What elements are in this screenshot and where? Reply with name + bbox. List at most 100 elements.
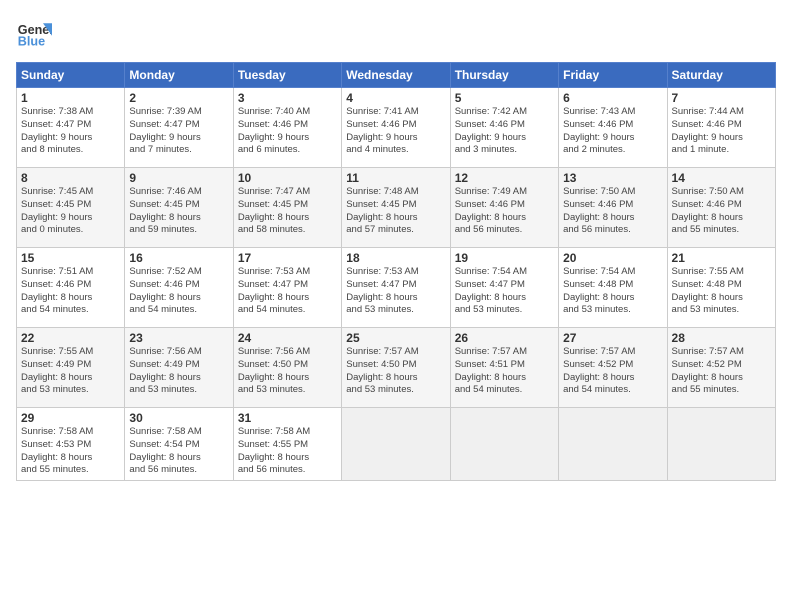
- cell-info: Sunrise: 7:41 AM: [346, 106, 445, 119]
- cell-info: Sunset: 4:50 PM: [346, 359, 445, 372]
- day-number: 24: [238, 331, 337, 345]
- cell-info: and 59 minutes.: [129, 224, 228, 237]
- cell-info: Sunrise: 7:54 AM: [455, 266, 554, 279]
- cell-info: and 53 minutes.: [21, 384, 120, 397]
- cell-info: Sunrise: 7:50 AM: [672, 186, 771, 199]
- col-header-friday: Friday: [559, 63, 667, 88]
- cell-info: Daylight: 8 hours: [238, 452, 337, 465]
- calendar-cell: 10Sunrise: 7:47 AMSunset: 4:45 PMDayligh…: [233, 168, 341, 248]
- cell-info: Sunset: 4:47 PM: [346, 279, 445, 292]
- cell-info: Sunrise: 7:57 AM: [455, 346, 554, 359]
- col-header-thursday: Thursday: [450, 63, 558, 88]
- day-number: 17: [238, 251, 337, 265]
- calendar-cell: [342, 408, 450, 481]
- day-number: 12: [455, 171, 554, 185]
- cell-info: Sunrise: 7:39 AM: [129, 106, 228, 119]
- calendar-cell: [667, 408, 775, 481]
- cell-info: Sunset: 4:51 PM: [455, 359, 554, 372]
- cell-info: Daylight: 8 hours: [563, 372, 662, 385]
- cell-info: Daylight: 8 hours: [238, 372, 337, 385]
- cell-info: and 3 minutes.: [455, 144, 554, 157]
- calendar-cell: 5Sunrise: 7:42 AMSunset: 4:46 PMDaylight…: [450, 88, 558, 168]
- day-number: 21: [672, 251, 771, 265]
- cell-info: Daylight: 8 hours: [129, 452, 228, 465]
- calendar-cell: 18Sunrise: 7:53 AMSunset: 4:47 PMDayligh…: [342, 248, 450, 328]
- cell-info: and 53 minutes.: [455, 304, 554, 317]
- cell-info: Sunrise: 7:53 AM: [346, 266, 445, 279]
- day-number: 1: [21, 91, 120, 105]
- col-header-wednesday: Wednesday: [342, 63, 450, 88]
- cell-info: and 54 minutes.: [563, 384, 662, 397]
- cell-info: Sunrise: 7:56 AM: [129, 346, 228, 359]
- calendar-cell: 11Sunrise: 7:48 AMSunset: 4:45 PMDayligh…: [342, 168, 450, 248]
- cell-info: Daylight: 8 hours: [563, 292, 662, 305]
- cell-info: Sunset: 4:46 PM: [672, 119, 771, 132]
- cell-info: and 53 minutes.: [238, 384, 337, 397]
- cell-info: Sunrise: 7:58 AM: [129, 426, 228, 439]
- cell-info: Sunset: 4:45 PM: [238, 199, 337, 212]
- cell-info: Sunset: 4:46 PM: [455, 119, 554, 132]
- calendar-cell: 20Sunrise: 7:54 AMSunset: 4:48 PMDayligh…: [559, 248, 667, 328]
- cell-info: Sunset: 4:47 PM: [455, 279, 554, 292]
- cell-info: Sunrise: 7:40 AM: [238, 106, 337, 119]
- cell-info: Daylight: 8 hours: [672, 212, 771, 225]
- day-number: 10: [238, 171, 337, 185]
- calendar-cell: 8Sunrise: 7:45 AMSunset: 4:45 PMDaylight…: [17, 168, 125, 248]
- calendar-cell: 9Sunrise: 7:46 AMSunset: 4:45 PMDaylight…: [125, 168, 233, 248]
- cell-info: and 55 minutes.: [21, 464, 120, 477]
- cell-info: and 53 minutes.: [563, 304, 662, 317]
- calendar-cell: 14Sunrise: 7:50 AMSunset: 4:46 PMDayligh…: [667, 168, 775, 248]
- calendar-cell: 13Sunrise: 7:50 AMSunset: 4:46 PMDayligh…: [559, 168, 667, 248]
- cell-info: Sunrise: 7:52 AM: [129, 266, 228, 279]
- calendar-cell: 6Sunrise: 7:43 AMSunset: 4:46 PMDaylight…: [559, 88, 667, 168]
- cell-info: Sunset: 4:47 PM: [238, 279, 337, 292]
- day-number: 26: [455, 331, 554, 345]
- calendar-cell: 31Sunrise: 7:58 AMSunset: 4:55 PMDayligh…: [233, 408, 341, 481]
- day-number: 2: [129, 91, 228, 105]
- cell-info: Daylight: 8 hours: [672, 292, 771, 305]
- day-number: 9: [129, 171, 228, 185]
- cell-info: Sunset: 4:46 PM: [129, 279, 228, 292]
- cell-info: and 4 minutes.: [346, 144, 445, 157]
- cell-info: and 2 minutes.: [563, 144, 662, 157]
- cell-info: and 55 minutes.: [672, 384, 771, 397]
- cell-info: Daylight: 8 hours: [672, 372, 771, 385]
- day-number: 6: [563, 91, 662, 105]
- cell-info: Sunrise: 7:58 AM: [238, 426, 337, 439]
- cell-info: Sunrise: 7:50 AM: [563, 186, 662, 199]
- day-number: 7: [672, 91, 771, 105]
- day-number: 16: [129, 251, 228, 265]
- cell-info: Daylight: 8 hours: [455, 292, 554, 305]
- calendar-cell: 12Sunrise: 7:49 AMSunset: 4:46 PMDayligh…: [450, 168, 558, 248]
- cell-info: Daylight: 8 hours: [21, 452, 120, 465]
- cell-info: and 56 minutes.: [129, 464, 228, 477]
- cell-info: Sunset: 4:47 PM: [21, 119, 120, 132]
- cell-info: Sunset: 4:46 PM: [672, 199, 771, 212]
- cell-info: and 6 minutes.: [238, 144, 337, 157]
- calendar-cell: 27Sunrise: 7:57 AMSunset: 4:52 PMDayligh…: [559, 328, 667, 408]
- cell-info: Sunrise: 7:44 AM: [672, 106, 771, 119]
- cell-info: and 53 minutes.: [346, 384, 445, 397]
- cell-info: and 57 minutes.: [346, 224, 445, 237]
- cell-info: Sunrise: 7:42 AM: [455, 106, 554, 119]
- cell-info: and 54 minutes.: [21, 304, 120, 317]
- cell-info: Sunrise: 7:58 AM: [21, 426, 120, 439]
- cell-info: Daylight: 9 hours: [129, 132, 228, 145]
- cell-info: and 56 minutes.: [455, 224, 554, 237]
- day-number: 3: [238, 91, 337, 105]
- logo: General Blue: [16, 16, 56, 52]
- calendar-cell: 29Sunrise: 7:58 AMSunset: 4:53 PMDayligh…: [17, 408, 125, 481]
- cell-info: Sunset: 4:48 PM: [563, 279, 662, 292]
- day-number: 25: [346, 331, 445, 345]
- logo-icon: General Blue: [16, 16, 52, 52]
- cell-info: Sunrise: 7:47 AM: [238, 186, 337, 199]
- cell-info: and 55 minutes.: [672, 224, 771, 237]
- calendar-cell: 4Sunrise: 7:41 AMSunset: 4:46 PMDaylight…: [342, 88, 450, 168]
- calendar-cell: 21Sunrise: 7:55 AMSunset: 4:48 PMDayligh…: [667, 248, 775, 328]
- col-header-saturday: Saturday: [667, 63, 775, 88]
- cell-info: and 1 minute.: [672, 144, 771, 157]
- calendar-cell: 25Sunrise: 7:57 AMSunset: 4:50 PMDayligh…: [342, 328, 450, 408]
- cell-info: Sunrise: 7:56 AM: [238, 346, 337, 359]
- calendar-table: SundayMondayTuesdayWednesdayThursdayFrid…: [16, 62, 776, 481]
- cell-info: Daylight: 8 hours: [238, 292, 337, 305]
